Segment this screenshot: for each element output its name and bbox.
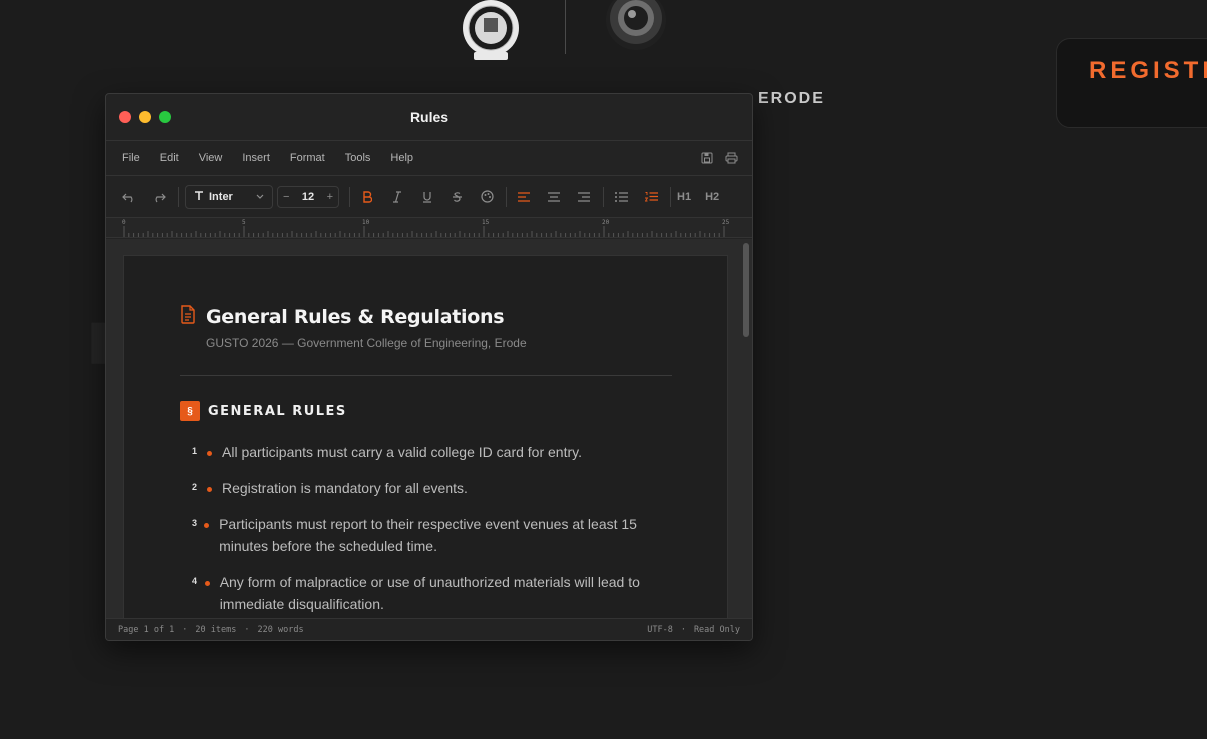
rule-number: 3 <box>192 518 198 528</box>
list-item: 4 Any form of malpractice or use of unau… <box>192 574 672 615</box>
list-item: 2 Registration is mandatory for all even… <box>192 480 672 499</box>
status-items: 20 items <box>195 624 237 635</box>
vertical-scrollbar[interactable] <box>743 243 749 337</box>
toolbar-separator <box>506 186 507 207</box>
heading-2-button[interactable]: H2 <box>705 191 719 203</box>
chevron-down-icon <box>256 191 264 203</box>
rule-text: Any form of malpractice or use of unauth… <box>219 574 640 612</box>
club-emblem-logo <box>602 0 670 52</box>
formatting-toolbar: Inter − 12 + H1 H2 <box>106 176 752 218</box>
menu-tools[interactable]: Tools <box>345 152 371 164</box>
document-icon <box>180 305 196 329</box>
status-mode: Read Only <box>693 624 740 635</box>
rule-text: All participants must carry a valid coll… <box>222 444 582 460</box>
rule-number: 1 <box>192 446 198 456</box>
status-page: Page 1 of 1 <box>118 624 175 635</box>
college-seal-logo <box>460 0 522 62</box>
ruler-label: 5 <box>242 219 246 226</box>
ruler-label: 20 <box>602 219 610 226</box>
toolbar-separator <box>178 186 179 207</box>
bullet-list-icon[interactable] <box>610 186 632 208</box>
bullet-dot <box>207 487 212 492</box>
font-family-value: Inter <box>209 190 233 203</box>
section-title: GENERAL RULES <box>208 403 347 419</box>
bold-icon[interactable] <box>356 186 378 208</box>
status-separator: · <box>680 624 686 635</box>
strikethrough-icon[interactable] <box>446 186 468 208</box>
menu-bar: File Edit View Insert Format Tools Help <box>106 141 752 176</box>
section-badge: § <box>180 401 200 421</box>
status-encoding: UTF-8 <box>647 624 673 635</box>
print-icon[interactable] <box>725 151 738 169</box>
toolbar-separator <box>603 186 604 207</box>
register-button[interactable]: REGISTI <box>1056 38 1207 128</box>
ruler-label: 0 <box>122 219 126 226</box>
status-separator: · <box>244 624 250 635</box>
document-subtitle: GUSTO 2026 — Government College of Engin… <box>206 336 527 350</box>
ruler-label: 15 <box>482 219 490 226</box>
bullet-dot <box>204 581 210 586</box>
toolbar-separator <box>349 186 350 207</box>
document-title: General Rules & Regulations <box>206 306 505 328</box>
font-size-stepper[interactable]: − 12 + <box>277 185 339 208</box>
college-name-text: ERODE <box>758 90 825 107</box>
bullet-dot <box>204 523 210 528</box>
rules-list: 1 All participants must carry a valid co… <box>192 444 672 618</box>
align-right-icon[interactable] <box>573 186 595 208</box>
ruler-label: 25 <box>722 219 730 226</box>
redo-icon[interactable] <box>148 186 170 208</box>
text-color-palette-icon[interactable] <box>476 186 498 208</box>
document-area[interactable]: General Rules & Regulations GUSTO 2026 —… <box>106 239 752 618</box>
menu-view[interactable]: View <box>199 152 223 164</box>
menu-format[interactable]: Format <box>290 152 325 164</box>
register-button-label: REGISTI <box>1089 57 1207 84</box>
align-left-icon[interactable] <box>513 186 535 208</box>
font-type-icon <box>194 190 204 204</box>
italic-icon[interactable] <box>386 186 408 208</box>
rule-text: Participants must report to their respec… <box>219 516 637 554</box>
rule-number: 2 <box>192 482 198 492</box>
ruler: 0 5 10 15 20 25 <box>106 218 752 238</box>
menu-edit[interactable]: Edit <box>160 152 179 164</box>
save-icon[interactable] <box>701 151 713 169</box>
underline-icon[interactable] <box>416 186 438 208</box>
rule-number: 4 <box>192 576 198 586</box>
status-words: 220 words <box>257 624 304 635</box>
menu-insert[interactable]: Insert <box>242 152 270 164</box>
numbered-list-icon[interactable] <box>640 186 662 208</box>
list-item: 3 Participants must report to their resp… <box>192 516 672 557</box>
list-item: 1 All participants must carry a valid co… <box>192 444 672 463</box>
status-separator: · <box>182 624 188 635</box>
toolbar-separator <box>670 186 671 207</box>
font-family-select[interactable]: Inter <box>185 184 273 209</box>
document-page: General Rules & Regulations GUSTO 2026 —… <box>123 255 728 618</box>
bullet-dot <box>207 451 212 456</box>
status-bar: Page 1 of 1 · 20 items · 220 words UTF-8… <box>106 618 752 640</box>
ruler-label: 10 <box>362 219 370 226</box>
logo-divider <box>565 0 566 54</box>
section-heading: § GENERAL RULES <box>180 401 347 421</box>
decrease-size-icon[interactable]: − <box>283 191 289 203</box>
align-center-icon[interactable] <box>543 186 565 208</box>
heading-1-button[interactable]: H1 <box>677 191 691 203</box>
undo-icon[interactable] <box>118 186 140 208</box>
divider <box>180 375 672 376</box>
font-size-value: 12 <box>301 190 315 203</box>
rule-text: Registration is mandatory for all events… <box>222 480 468 496</box>
menu-help[interactable]: Help <box>390 152 413 164</box>
window-titlebar[interactable]: Rules <box>106 94 752 141</box>
window-title: Rules <box>409 109 449 125</box>
menu-file[interactable]: File <box>122 152 140 164</box>
increase-size-icon[interactable]: + <box>327 191 333 203</box>
rules-window: Rules File Edit View Insert Format Tools… <box>105 93 753 641</box>
